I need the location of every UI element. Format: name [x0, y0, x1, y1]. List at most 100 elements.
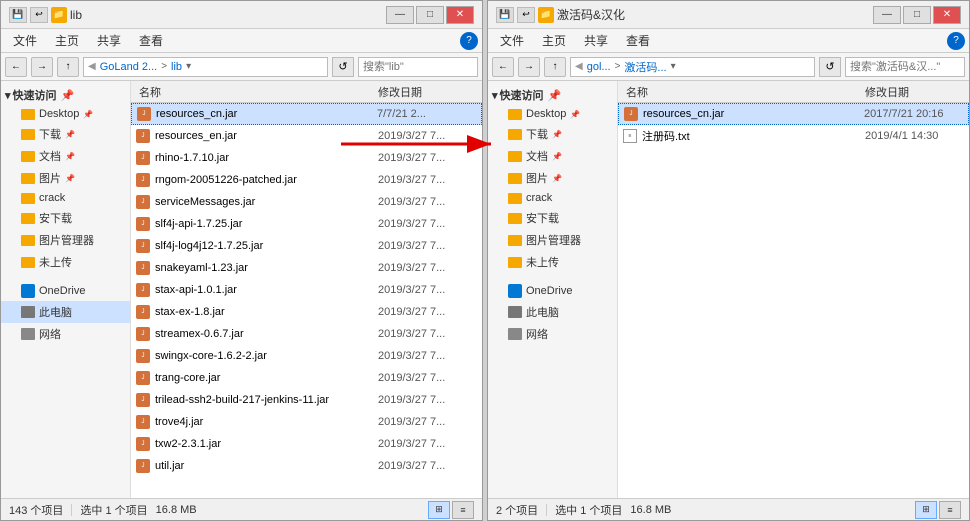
right-sidebar-anxia[interactable]: 安下载: [488, 207, 617, 229]
right-sidebar-network[interactable]: 网络: [488, 323, 617, 345]
table-row[interactable]: J stax-ex-1.8.jar 2019/3/27 7...: [131, 301, 482, 323]
table-row[interactable]: J swingx-core-1.6.2-2.jar 2019/3/27 7...: [131, 345, 482, 367]
right-path-seg2[interactable]: 激活码...: [624, 59, 666, 75]
left-window-title: lib: [70, 8, 82, 22]
right-pc-label: 此电脑: [526, 304, 559, 320]
left-menu-file[interactable]: 文件: [5, 30, 45, 51]
right-download-icon: [508, 129, 522, 140]
table-row[interactable]: J resources_cn.jar 2017/7/21 20:16: [618, 103, 969, 125]
right-search-input[interactable]: [846, 58, 970, 76]
left-sidebar-docs[interactable]: 文档 📌: [1, 145, 130, 167]
table-row[interactable]: J snakeyaml-1.23.jar 2019/3/27 7...: [131, 257, 482, 279]
left-network-label: 网络: [39, 326, 61, 342]
left-close-btn[interactable]: ✕: [446, 6, 474, 24]
table-row[interactable]: J util.jar 2019/3/27 7...: [131, 455, 482, 477]
right-up-btn[interactable]: ↑: [544, 57, 566, 77]
left-path-seg2[interactable]: lib: [171, 61, 182, 73]
right-menu-file[interactable]: 文件: [492, 30, 532, 51]
left-grid-view-btn[interactable]: ⊞: [428, 501, 450, 519]
left-back-btn[interactable]: ←: [5, 57, 27, 77]
left-search-box[interactable]: 🔍: [358, 57, 478, 77]
right-search-box[interactable]: 🔍: [845, 57, 965, 77]
right-menu-view[interactable]: 查看: [618, 30, 658, 51]
left-help-btn[interactable]: ?: [460, 32, 478, 50]
right-close-btn[interactable]: ✕: [933, 6, 961, 24]
left-path-dropdown[interactable]: ▾: [186, 61, 191, 72]
right-col-name[interactable]: 名称: [622, 84, 865, 100]
file-name: resources_cn.jar: [643, 108, 864, 120]
right-forward-btn[interactable]: →: [518, 57, 540, 77]
table-row[interactable]: J trang-core.jar 2019/3/27 7...: [131, 367, 482, 389]
left-col-name[interactable]: 名称: [135, 84, 378, 100]
table-row[interactable]: J streamex-0.6.7.jar 2019/3/27 7...: [131, 323, 482, 345]
file-date: 2019/3/27 7...: [378, 372, 478, 384]
left-sidebar-pics[interactable]: 图片 📌: [1, 167, 130, 189]
jar-file-icon: J: [135, 128, 151, 144]
table-row[interactable]: ≡ 注册码.txt 2019/4/1 14:30: [618, 125, 969, 147]
table-row[interactable]: J rhino-1.7.10.jar 2019/3/27 7...: [131, 147, 482, 169]
left-quick-access-header[interactable]: ▾ 快速访问 📌: [1, 85, 130, 105]
right-sidebar-desktop[interactable]: Desktop 📌: [488, 105, 617, 123]
left-menu-view[interactable]: 查看: [131, 30, 171, 51]
left-list-view-btn[interactable]: ≡: [452, 501, 474, 519]
right-address-path[interactable]: ◀ gol... > 激活码... ▾: [570, 57, 815, 77]
table-row[interactable]: J stax-api-1.0.1.jar 2019/3/27 7...: [131, 279, 482, 301]
left-minimize-btn[interactable]: —: [386, 6, 414, 24]
left-col-date[interactable]: 修改日期: [378, 84, 478, 100]
table-row[interactable]: J resources_en.jar 2019/3/27 7...: [131, 125, 482, 147]
right-status-size: 16.8 MB: [630, 504, 671, 516]
right-minimize-btn[interactable]: —: [873, 6, 901, 24]
left-sidebar-network[interactable]: 网络: [1, 323, 130, 345]
right-grid-view-btn[interactable]: ⊞: [915, 501, 937, 519]
left-undo-btn[interactable]: ↩: [30, 7, 48, 23]
table-row[interactable]: J rngom-20051226-patched.jar 2019/3/27 7…: [131, 169, 482, 191]
right-undo-btn[interactable]: ↩: [517, 7, 535, 23]
left-path-sep: >: [161, 61, 167, 72]
right-col-date[interactable]: 修改日期: [865, 84, 965, 100]
left-sidebar-onedrive[interactable]: OneDrive: [1, 281, 130, 301]
left-menu-home[interactable]: 主页: [47, 30, 87, 51]
right-sidebar-docs[interactable]: 文档 📌: [488, 145, 617, 167]
table-row[interactable]: J resources_cn.jar 7/7/21 2...: [131, 103, 482, 125]
right-back-btn[interactable]: ←: [492, 57, 514, 77]
right-list-view-btn[interactable]: ≡: [939, 501, 961, 519]
left-sidebar-crack[interactable]: crack: [1, 189, 130, 207]
left-sidebar-upload[interactable]: 未上传: [1, 251, 130, 273]
right-maximize-btn[interactable]: □: [903, 6, 931, 24]
table-row[interactable]: J trilead-ssh2-build-217-jenkins-11.jar …: [131, 389, 482, 411]
left-sidebar-pc[interactable]: 此电脑: [1, 301, 130, 323]
left-path-seg1[interactable]: GoLand 2...: [100, 61, 158, 73]
left-sidebar-download[interactable]: 下载 📌: [1, 123, 130, 145]
right-sidebar-pics[interactable]: 图片 📌: [488, 167, 617, 189]
left-sidebar-anxia[interactable]: 安下载: [1, 207, 130, 229]
right-path-seg1[interactable]: gol...: [587, 61, 611, 73]
left-sidebar-desktop[interactable]: Desktop 📌: [1, 105, 130, 123]
left-up-btn[interactable]: ↑: [57, 57, 79, 77]
left-menu-share[interactable]: 共享: [89, 30, 129, 51]
table-row[interactable]: J serviceMessages.jar 2019/3/27 7...: [131, 191, 482, 213]
right-path-dropdown[interactable]: ▾: [671, 61, 676, 72]
right-save-btn[interactable]: 💾: [496, 7, 514, 23]
right-sidebar-imgmgr[interactable]: 图片管理器: [488, 229, 617, 251]
left-forward-btn[interactable]: →: [31, 57, 53, 77]
left-address-path[interactable]: ◀ GoLand 2... > lib ▾: [83, 57, 328, 77]
right-sidebar-crack[interactable]: crack: [488, 189, 617, 207]
right-help-btn[interactable]: ?: [947, 32, 965, 50]
table-row[interactable]: J txw2-2.3.1.jar 2019/3/27 7...: [131, 433, 482, 455]
left-refresh-btn[interactable]: ↺: [332, 57, 354, 77]
right-sidebar-download[interactable]: 下载 📌: [488, 123, 617, 145]
right-sidebar-pc[interactable]: 此电脑: [488, 301, 617, 323]
left-sidebar-imgmgr[interactable]: 图片管理器: [1, 229, 130, 251]
right-menu-home[interactable]: 主页: [534, 30, 574, 51]
left-save-btn[interactable]: 💾: [9, 7, 27, 23]
left-pc-label: 此电脑: [39, 304, 72, 320]
table-row[interactable]: J slf4j-api-1.7.25.jar 2019/3/27 7...: [131, 213, 482, 235]
left-maximize-btn[interactable]: □: [416, 6, 444, 24]
right-sidebar-onedrive[interactable]: OneDrive: [488, 281, 617, 301]
table-row[interactable]: J trove4j.jar 2019/3/27 7...: [131, 411, 482, 433]
right-refresh-btn[interactable]: ↺: [819, 57, 841, 77]
right-menu-share[interactable]: 共享: [576, 30, 616, 51]
table-row[interactable]: J slf4j-log4j12-1.7.25.jar 2019/3/27 7..…: [131, 235, 482, 257]
right-sidebar-upload[interactable]: 未上传: [488, 251, 617, 273]
right-quick-access-header[interactable]: ▾ 快速访问 📌: [488, 85, 617, 105]
